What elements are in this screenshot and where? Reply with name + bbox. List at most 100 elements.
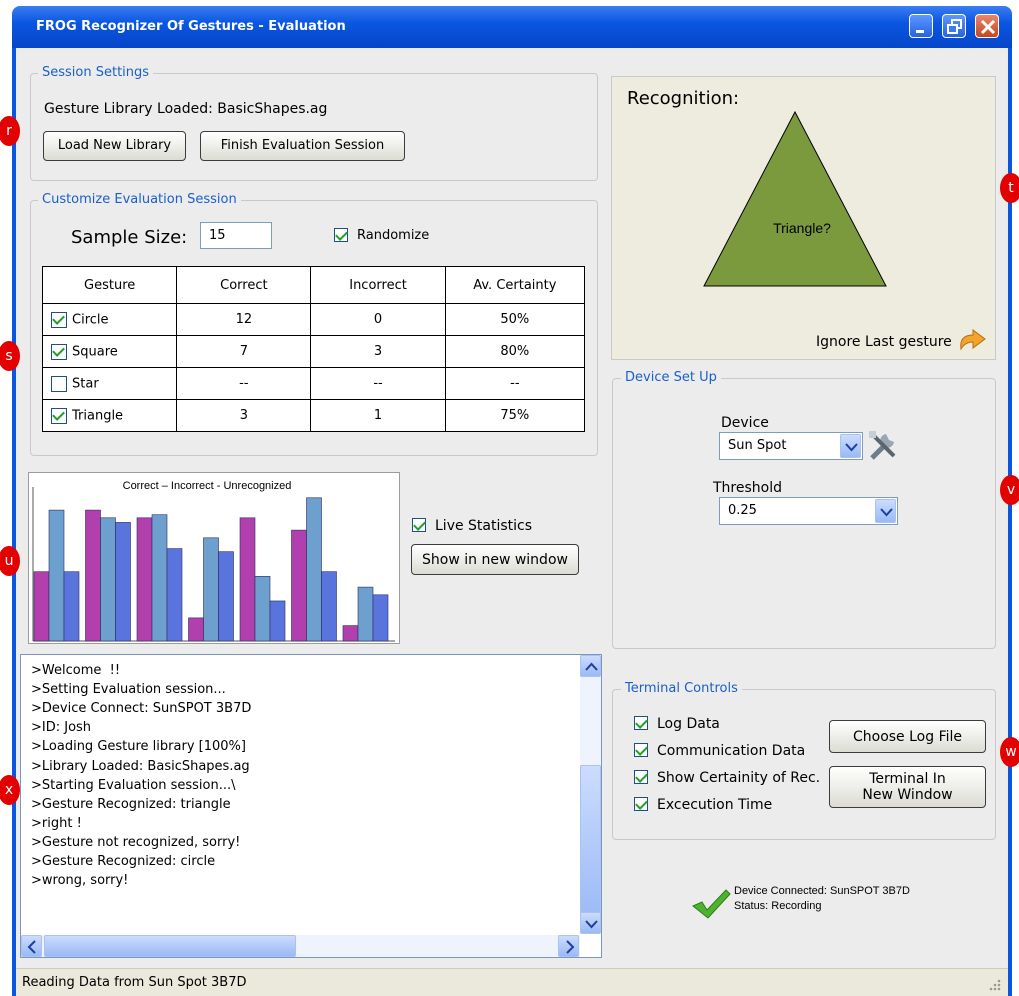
chart-bar [85,509,101,642]
marker-t: t [1000,173,1019,203]
statistics-chart: Correct – Incorrect - Unrecognized [28,472,400,644]
choose-log-file-button[interactable]: Choose Log File [829,720,986,753]
triangle-shape: Triangle? [703,110,887,287]
terminal-line: >Gesture Recognized: circle [31,854,216,869]
live-statistics-label: Live Statistics [435,518,533,534]
show-certainty-label: Show Certainity of Rec. [657,770,821,786]
certainty-cell: 75% [444,399,586,432]
chart-bar [100,517,116,642]
undo-icon[interactable] [955,327,989,357]
incorrect-cell: 3 [310,335,446,368]
correct-cell: 3 [176,399,312,432]
terminal-controls-legend: Terminal Controls [621,681,742,696]
log-data-checkbox[interactable] [634,716,648,730]
marker-w: w [1000,737,1019,767]
terminal-line: >Welcome !! [31,663,121,678]
terminal-output[interactable]: >Welcome !! >Setting Evaluation session..… [20,654,602,958]
gesture-name: Triangle [72,408,124,423]
restore-icon [947,19,962,34]
gesture-checkbox-circle[interactable] [51,311,67,328]
correct-cell: -- [176,367,312,400]
column-header-correct: Correct [176,266,312,304]
chart-bar [239,517,256,642]
chart-bar [291,529,307,642]
incorrect-cell: 0 [310,303,446,336]
vertical-scroll-thumb[interactable] [580,765,601,925]
terminal-line: >Gesture Recognized: triangle [31,796,231,812]
chart-title: Correct – Incorrect - Unrecognized [123,480,292,492]
terminal-new-window-button[interactable]: Terminal In New Window [829,766,986,808]
log-data-label: Log Data [657,716,720,732]
gesture-name: Star [72,376,99,391]
marker-v: v [1000,475,1019,505]
finish-session-button[interactable]: Finish Evaluation Session [200,131,405,161]
load-library-button[interactable]: Load New Library [43,131,186,161]
scroll-right-button[interactable] [558,935,579,957]
gesture-table: Gesture Correct Incorrect Av. Certainty … [41,266,586,432]
chevron-down-icon [845,443,858,452]
chart-bar [48,509,65,642]
chevron-left-icon [27,940,36,954]
table-row: Circle 12 0 50% [41,303,586,336]
chart-bar [218,551,234,642]
chart-bar [342,625,359,642]
chevron-right-icon [566,940,575,954]
chart-bar [321,571,337,642]
incorrect-cell: -- [310,367,446,400]
randomize-checkbox[interactable] [334,228,348,242]
column-header-incorrect: Incorrect [310,266,446,304]
session-settings-legend: Session Settings [38,65,154,80]
gesture-name: Square [72,344,118,359]
sample-size-input[interactable]: 15 [200,222,272,249]
chart-bar [203,537,219,642]
minimize-button[interactable] [909,14,933,38]
threshold-select[interactable]: 0.25 [719,497,898,525]
correct-cell: 7 [176,335,312,368]
table-row: Triangle 3 1 75% [41,399,586,432]
chart-bar [188,617,204,642]
scroll-up-button[interactable] [580,655,601,677]
live-statistics-checkbox[interactable] [412,518,426,532]
tools-icon[interactable] [866,428,900,462]
column-header-certainty: Av. Certainty [444,266,586,304]
resize-grip-icon[interactable] [988,978,1002,992]
randomize-label: Randomize [357,228,430,243]
chart-bar [63,571,80,642]
gesture-checkbox-star[interactable] [51,375,67,392]
sample-size-label: Sample Size: [71,227,188,248]
scroll-down-button[interactable] [580,912,601,934]
close-button[interactable] [975,14,999,38]
ignore-gesture-label: Ignore Last gesture [816,334,952,350]
chart-bar [306,497,322,642]
execution-time-checkbox[interactable] [634,797,648,811]
chart-bar [136,517,153,642]
communication-data-checkbox[interactable] [634,743,648,757]
gesture-checkbox-triangle[interactable] [51,407,67,424]
terminal-controls-group [612,689,996,840]
threshold-select-value: 0.25 [728,503,757,518]
terminal-line: >Gesture not recognized, sorry! [31,834,241,850]
threshold-label: Threshold [713,480,782,496]
terminal-line: >Library Loaded: BasicShapes.ag [31,758,250,774]
table-row: Square 7 3 80% [41,335,586,368]
show-new-window-button[interactable]: Show in new window [411,544,579,575]
terminal-line: >Setting Evaluation session... [31,682,226,698]
show-certainty-checkbox[interactable] [634,770,648,784]
device-label: Device [721,415,769,431]
terminal-line: >Loading Gesture library [100%] [31,739,246,755]
chart-bar [33,571,50,642]
terminal-line: >right ! [31,815,82,831]
column-header-gesture: Gesture [41,266,178,304]
device-setup-legend: Device Set Up [621,370,721,385]
chevron-down-icon [880,508,893,517]
execution-time-label: Excecution Time [657,797,773,813]
scroll-left-button[interactable] [21,935,42,957]
horizontal-scroll-thumb[interactable] [44,935,296,957]
restore-button[interactable] [942,14,966,38]
gesture-checkbox-square[interactable] [51,343,67,360]
chart-bar [115,522,131,642]
threshold-dropdown-button[interactable] [875,499,896,523]
chart-bar [372,594,389,642]
device-dropdown-button[interactable] [840,434,861,458]
device-connected-text: Device Connected: SunSPOT 3B7D [734,885,910,897]
